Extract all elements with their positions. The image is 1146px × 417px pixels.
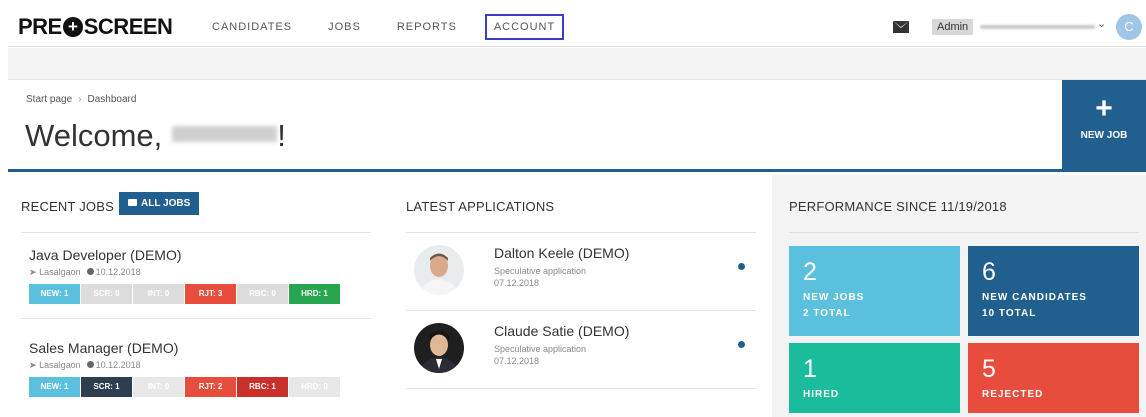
tile-label: NEW CANDIDATES	[982, 292, 1087, 303]
applicant-photo	[414, 323, 464, 373]
job-location: Lasalgaon	[39, 267, 81, 277]
tile-hired[interactable]: 1 HIRED	[789, 343, 960, 413]
briefcase-icon	[128, 199, 137, 206]
tile-number: 2	[803, 258, 817, 286]
mail-icon[interactable]	[893, 21, 909, 33]
unread-dot-icon	[738, 341, 745, 348]
job-item[interactable]: Java Developer (DEMO) ➤ Lasalgaon 10.12.2…	[29, 247, 341, 304]
application-item[interactable]: Dalton Keele (DEMO) Speculative applicat…	[406, 245, 756, 300]
prescreen-logo[interactable]: PRE + SCREEN	[18, 14, 173, 40]
tile-total: 2 TOTAL	[803, 308, 851, 319]
application-type: Speculative application	[494, 266, 587, 276]
stage-badge[interactable]: RJT: 2	[185, 377, 236, 397]
chevron-down-icon[interactable]: ⌄	[1097, 17, 1106, 30]
tile-label: REJECTED	[982, 389, 1044, 400]
divider	[406, 310, 756, 311]
logo-text-left: PRE	[18, 14, 62, 39]
tile-label: HIRED	[803, 389, 840, 400]
job-meta: ➤ Lasalgaon 10.12.2018	[29, 267, 341, 278]
welcome-name-redacted	[172, 126, 278, 142]
divider	[21, 318, 371, 319]
tile-new-candidates[interactable]: 6 NEW CANDIDATES 10 TOTAL	[968, 246, 1139, 336]
logo-plus-icon: +	[62, 17, 83, 37]
nav-account[interactable]: ACCOUNT	[484, 14, 565, 40]
all-jobs-button[interactable]: ALL JOBS	[119, 192, 200, 215]
logo-text-right: SCREEN	[83, 14, 173, 39]
admin-badge: Admin	[932, 19, 974, 35]
nav-candidates[interactable]: CANDIDATES	[194, 8, 310, 46]
welcome-suffix: !	[277, 118, 286, 153]
tile-total: 10 TOTAL	[982, 308, 1037, 319]
welcome-heading: Welcome,!	[25, 118, 286, 154]
applicant-name[interactable]: Claude Satie (DEMO)	[494, 323, 629, 339]
divider	[789, 232, 1139, 233]
stage-badge[interactable]: HRD: 1	[289, 284, 340, 304]
job-meta: ➤ Lasalgaon 10.12.2018	[29, 360, 341, 371]
location-icon: ➤	[29, 267, 37, 277]
tile-number: 5	[982, 355, 996, 383]
job-stages: NEW: 1 SCR: 0 INT: 0 RJT: 3 RBC: 0 HRD: 1	[29, 284, 341, 304]
nav-reports[interactable]: REPORTS	[379, 8, 475, 46]
divider	[21, 232, 371, 233]
welcome-prefix: Welcome,	[25, 118, 163, 153]
performance-panel: PERFORMANCE SINCE 11/19/2018 2 NEW JOBS …	[772, 175, 1146, 417]
clock-icon	[86, 361, 94, 368]
performance-title: PERFORMANCE SINCE 11/19/2018	[789, 199, 1007, 214]
tile-new-jobs[interactable]: 2 NEW JOBS 2 TOTAL	[789, 246, 960, 336]
job-date: 10.12.2018	[95, 360, 141, 370]
breadcrumb: Start page › Dashboard	[26, 94, 136, 105]
job-title[interactable]: Java Developer (DEMO)	[29, 247, 341, 263]
application-date: 07.12.2018	[494, 278, 540, 288]
tile-label: NEW JOBS	[803, 292, 865, 303]
latest-applications-panel: LATEST APPLICATIONS Dalton Keele (DEMO) …	[386, 175, 772, 417]
application-date: 07.12.2018	[494, 356, 540, 366]
tile-rejected[interactable]: 5 REJECTED	[968, 343, 1139, 413]
plus-icon: +	[1095, 92, 1113, 125]
stage-badge[interactable]: INT: 0	[133, 284, 184, 304]
latest-applications-title: LATEST APPLICATIONS	[406, 199, 555, 214]
divider	[406, 388, 756, 389]
divider	[406, 232, 756, 233]
tile-number: 6	[982, 258, 996, 286]
recent-jobs-panel: RECENT JOBS ALL JOBS Java Developer (DEM…	[8, 175, 386, 417]
application-type: Speculative application	[494, 344, 587, 354]
stage-badge[interactable]: NEW: 1	[29, 284, 80, 304]
top-navbar: PRE + SCREEN CANDIDATES JOBS REPORTS ACCOU…	[8, 8, 1146, 47]
stage-badge[interactable]: RBC: 1	[237, 377, 288, 397]
nav-jobs[interactable]: JOBS	[310, 8, 379, 46]
sub-toolbar	[8, 48, 1146, 80]
all-jobs-label: ALL JOBS	[141, 198, 191, 209]
job-date: 10.12.2018	[95, 267, 141, 277]
applicant-name[interactable]: Dalton Keele (DEMO)	[494, 245, 629, 261]
job-location: Lasalgaon	[39, 360, 81, 370]
stage-badge[interactable]: RJT: 3	[185, 284, 236, 304]
page-header: Start page › Dashboard Welcome,! + NEW JOB	[8, 80, 1146, 172]
applicant-photo	[414, 245, 464, 295]
job-stages: NEW: 1 SCR: 1 INT: 0 RJT: 2 RBC: 1 HRD: 0	[29, 377, 341, 397]
new-job-label: NEW JOB	[1080, 130, 1128, 141]
tile-number: 1	[803, 355, 817, 383]
breadcrumb-start-page[interactable]: Start page	[26, 94, 72, 105]
breadcrumb-dashboard: Dashboard	[87, 94, 137, 105]
application-item[interactable]: Claude Satie (DEMO) Speculative applicat…	[406, 323, 756, 378]
stage-badge[interactable]: NEW: 1	[29, 377, 80, 397]
user-avatar[interactable]: C	[1116, 14, 1142, 40]
unread-dot-icon	[738, 263, 745, 270]
stage-badge[interactable]: SCR: 1	[81, 377, 132, 397]
recent-jobs-title: RECENT JOBS	[21, 199, 114, 214]
stage-badge[interactable]: INT: 0	[133, 377, 184, 397]
location-icon: ➤	[29, 360, 37, 370]
main-nav: CANDIDATES JOBS REPORTS ACCOUNT	[194, 8, 565, 46]
breadcrumb-separator-icon: ›	[78, 94, 82, 105]
new-job-button[interactable]: + NEW JOB	[1062, 80, 1146, 172]
stage-badge[interactable]: SCR: 0	[81, 284, 132, 304]
clock-icon	[86, 268, 94, 275]
job-item[interactable]: Sales Manager (DEMO) ➤ Lasalgaon 10.12.20…	[29, 340, 341, 397]
user-name-redacted[interactable]	[980, 25, 1095, 29]
stage-badge[interactable]: RBC: 0	[237, 284, 288, 304]
stage-badge[interactable]: HRD: 0	[289, 377, 340, 397]
job-title[interactable]: Sales Manager (DEMO)	[29, 340, 341, 356]
